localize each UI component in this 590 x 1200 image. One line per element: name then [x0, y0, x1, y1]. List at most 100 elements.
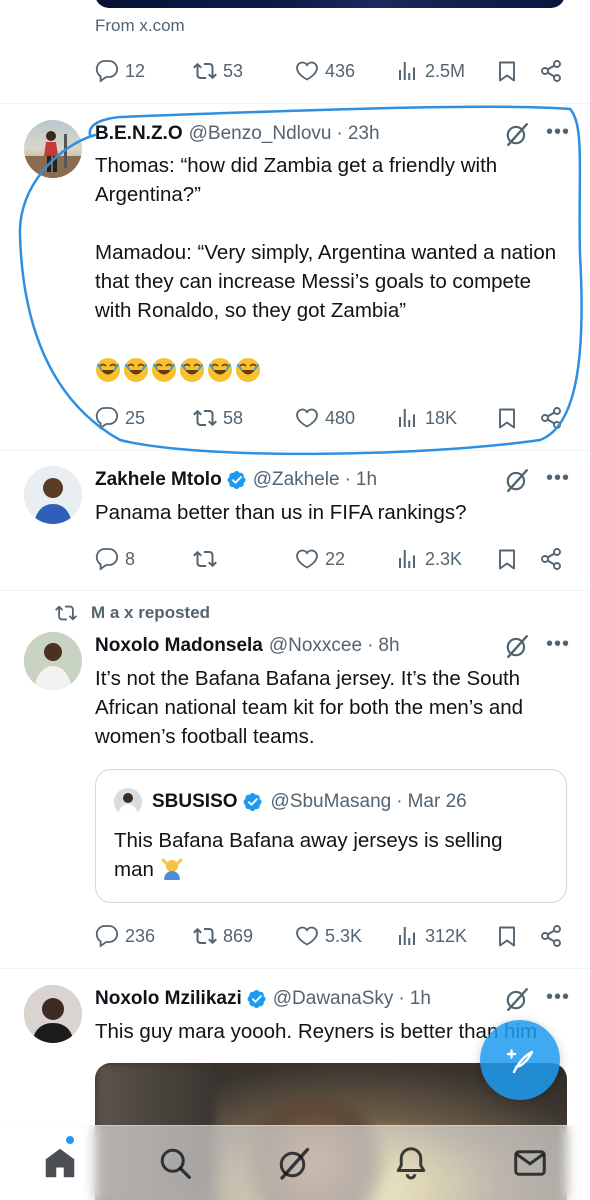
views-icon — [395, 547, 419, 571]
tweet-header: Zakhele Mtolo @Zakhele · 1h — [95, 467, 570, 493]
home-icon[interactable] — [42, 1145, 78, 1181]
quote-avatar — [114, 788, 142, 816]
more-icon[interactable]: ••• — [546, 122, 570, 148]
bookmark-button[interactable] — [495, 403, 525, 433]
separator: · — [398, 988, 405, 1009]
handle[interactable]: @Benzo_Ndlovu — [189, 123, 332, 145]
views-count: 2.3K — [425, 548, 463, 569]
repost-button[interactable]: 53 — [193, 56, 243, 86]
previous-tweet-media[interactable] — [95, 0, 565, 8]
like-button[interactable]: 480 — [295, 403, 355, 433]
avatar[interactable] — [24, 120, 82, 178]
display-name[interactable]: B.E.N.Z.O — [95, 123, 183, 145]
quote-header: SBUSISO @SbuMasang · Mar 26 — [114, 788, 467, 816]
verified-icon — [243, 792, 263, 812]
like-button[interactable]: 22 — [295, 544, 345, 574]
reply-button[interactable]: 8 — [95, 544, 135, 574]
avatar[interactable] — [24, 632, 82, 690]
repost-icon — [193, 59, 217, 83]
quote-tweet[interactable]: SBUSISO @SbuMasang · Mar 26 This Bafana … — [95, 769, 567, 903]
timestamp[interactable]: 8h — [378, 635, 399, 657]
repost-button[interactable]: 869 — [193, 921, 253, 951]
views-button[interactable]: 2.5M — [395, 56, 465, 86]
share-button[interactable] — [539, 921, 569, 951]
rofl-emoji-icon — [123, 357, 149, 383]
bookmark-button[interactable] — [495, 56, 525, 86]
bookmark-button[interactable] — [495, 921, 525, 951]
views-button[interactable]: 2.3K — [395, 544, 462, 574]
timestamp[interactable]: 1h — [356, 469, 377, 491]
like-button[interactable]: 436 — [295, 56, 355, 86]
like-icon — [295, 59, 319, 83]
tweet-actions: 12 53 436 2.5M — [95, 56, 570, 86]
share-button[interactable] — [539, 544, 569, 574]
display-name[interactable]: Zakhele Mtolo — [95, 469, 222, 491]
like-icon — [295, 924, 319, 948]
views-count: 312K — [425, 925, 468, 946]
reply-icon — [95, 59, 119, 83]
compose-button[interactable] — [480, 1020, 560, 1100]
reply-count: 12 — [125, 60, 146, 81]
grok-icon[interactable] — [504, 633, 530, 659]
repost-button[interactable] — [193, 544, 223, 574]
tweet-actions: 236 869 5.3K 312K — [95, 921, 570, 951]
notifications-icon[interactable] — [393, 1145, 429, 1181]
verified-icon — [247, 989, 267, 1009]
separator: · — [367, 635, 374, 656]
share-button[interactable] — [539, 56, 569, 86]
timestamp[interactable]: 1h — [410, 988, 431, 1010]
display-name[interactable]: Noxolo Mzilikazi — [95, 988, 242, 1010]
bookmark-icon — [495, 547, 519, 571]
avatar[interactable] — [24, 466, 82, 524]
repost-button[interactable]: 58 — [193, 403, 243, 433]
grok-icon[interactable] — [504, 467, 530, 493]
grok-icon[interactable] — [276, 1145, 312, 1181]
quote-text: This Bafana Bafana away jerseys is selli… — [114, 826, 548, 884]
messages-icon[interactable] — [512, 1145, 548, 1181]
quote-timestamp: Mar 26 — [407, 791, 467, 812]
views-button[interactable]: 312K — [395, 921, 467, 951]
bookmark-icon — [495, 924, 519, 948]
like-count: 5.3K — [325, 925, 363, 946]
grok-icon[interactable] — [504, 986, 530, 1012]
repost-count: 58 — [223, 407, 244, 428]
search-icon[interactable] — [157, 1145, 193, 1181]
rofl-emoji-icon — [235, 357, 261, 383]
share-icon — [539, 547, 563, 571]
share-button[interactable] — [539, 403, 569, 433]
repost-context[interactable]: M a x reposted — [55, 602, 210, 624]
handle[interactable]: @DawanaSky — [273, 988, 394, 1010]
tweet-header: Noxolo Mzilikazi @DawanaSky · 1h — [95, 986, 570, 1012]
tweet-header: Noxolo Madonsela @Noxxcee · 8h — [95, 633, 570, 659]
like-count: 22 — [325, 548, 346, 569]
verified-icon — [227, 470, 247, 490]
tweet-header: B.E.N.Z.O @Benzo_Ndlovu · 23h — [95, 121, 570, 147]
rofl-emoji-icon — [179, 357, 205, 383]
reply-count: 236 — [125, 925, 156, 946]
more-icon[interactable]: ••• — [546, 634, 570, 660]
handle[interactable]: @Noxxcee — [269, 635, 362, 657]
avatar[interactable] — [24, 985, 82, 1043]
grok-icon[interactable] — [504, 121, 530, 147]
bookmark-button[interactable] — [495, 544, 525, 574]
separator: · — [344, 469, 351, 490]
repost-icon — [193, 406, 217, 430]
tweet-text: Thomas: “how did Zambia get a friendly w… — [95, 154, 557, 322]
like-button[interactable]: 5.3K — [295, 921, 362, 951]
link-source-label[interactable]: From x.com — [95, 16, 185, 36]
handle[interactable]: @Zakhele — [253, 469, 340, 491]
reply-button[interactable]: 12 — [95, 56, 145, 86]
bottom-navigation — [0, 1125, 590, 1200]
more-icon[interactable]: ••• — [546, 987, 570, 1013]
reply-button[interactable]: 25 — [95, 403, 145, 433]
reply-icon — [95, 924, 119, 948]
reply-icon — [95, 547, 119, 571]
reply-button[interactable]: 236 — [95, 921, 155, 951]
views-button[interactable]: 18K — [395, 403, 457, 433]
like-icon — [295, 547, 319, 571]
repost-count: 869 — [223, 925, 254, 946]
display-name[interactable]: Noxolo Madonsela — [95, 635, 263, 657]
more-icon[interactable]: ••• — [546, 468, 570, 494]
timestamp[interactable]: 23h — [348, 123, 380, 145]
reply-icon — [95, 406, 119, 430]
